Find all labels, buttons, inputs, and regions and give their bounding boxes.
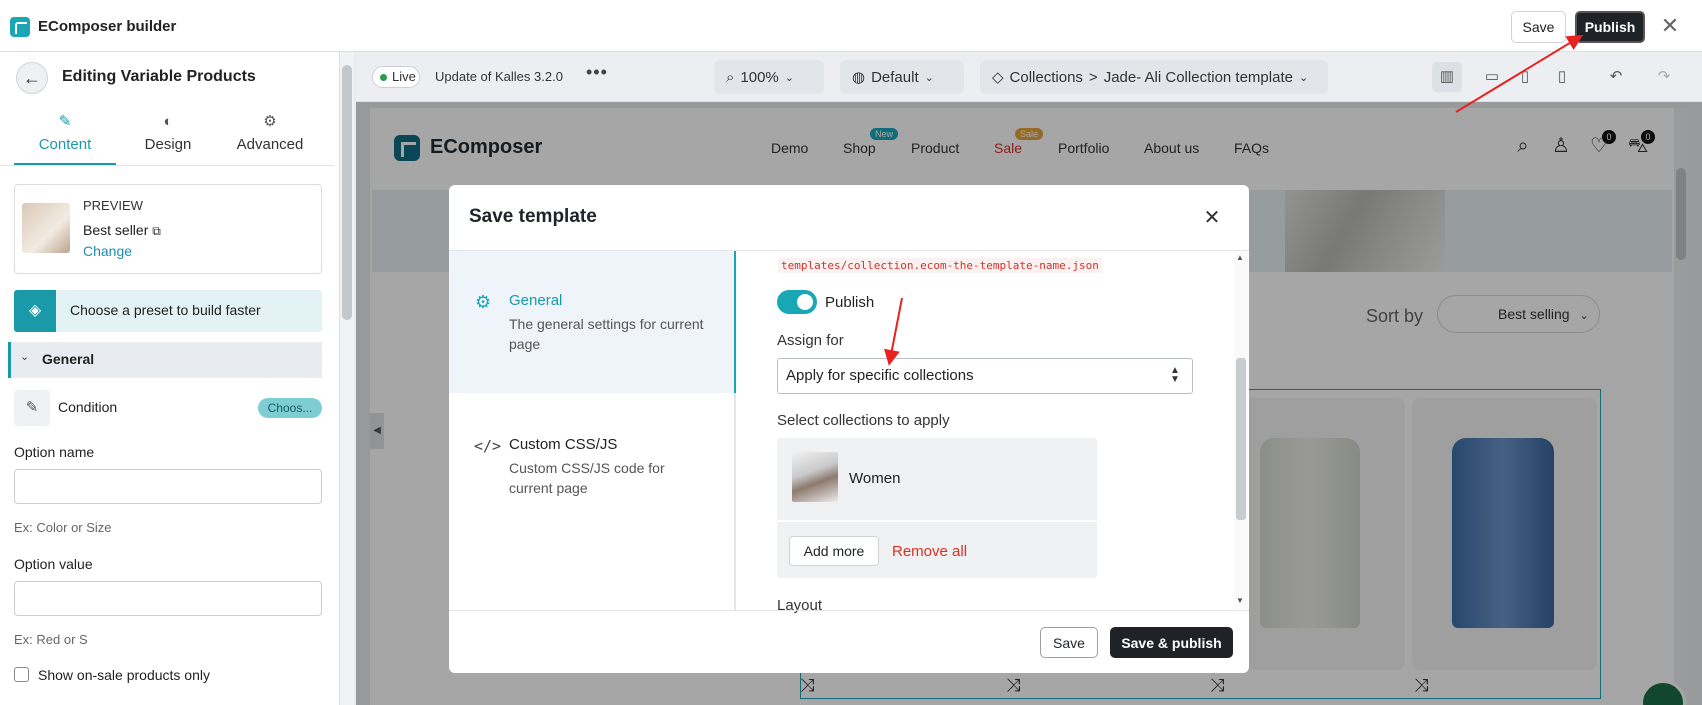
code-icon: </> — [474, 437, 502, 455]
option-value-input[interactable] — [14, 581, 322, 616]
gear-icon: ⚙ — [263, 113, 277, 130]
globe-icon: ◍ — [852, 69, 866, 86]
view-value: Default — [871, 68, 919, 86]
tab-divider — [0, 165, 334, 166]
modal-save-button[interactable]: Save — [1040, 627, 1098, 658]
more-options-icon[interactable]: ••• — [586, 62, 608, 83]
condition-label: Condition — [58, 399, 118, 415]
layout-toggle-icon[interactable]: ▥ — [1432, 62, 1462, 92]
save-and-publish-button[interactable]: Save & publish — [1110, 627, 1233, 658]
pencil-icon: ✎ — [58, 113, 72, 130]
modal-scroll-thumb[interactable] — [1236, 358, 1246, 520]
zoom-dropdown[interactable]: ⌕ 100% ⌄ — [714, 60, 824, 94]
tab-content[interactable]: ✎ Content — [15, 112, 115, 153]
top-bar — [0, 0, 1702, 52]
chevron-down-icon: ⌄ — [924, 71, 934, 84]
assign-for-label: Assign for — [777, 332, 844, 349]
back-arrow-icon[interactable]: ← — [16, 62, 48, 94]
tab-advanced[interactable]: ⚙ Advanced — [220, 112, 320, 153]
version-text: Update of Kalles 3.2.0 — [435, 69, 563, 84]
option-value-hint: Ex: Red or S — [14, 632, 88, 647]
top-publish-button[interactable]: Publish — [1575, 11, 1645, 43]
mobile-device-icon[interactable]: ▯ — [1547, 62, 1577, 92]
collection-thumbnail — [792, 452, 838, 502]
modal-footer-divider — [449, 610, 1249, 611]
chevron-down-icon: ⌄ — [784, 71, 794, 84]
option-name-input[interactable] — [14, 469, 322, 504]
close-icon[interactable]: ✕ — [1200, 206, 1224, 230]
view-dropdown[interactable]: ◍ Default ⌄ — [840, 60, 964, 94]
assign-for-select[interactable]: Apply for specific collections — [777, 358, 1193, 394]
scroll-up-icon[interactable]: ▲ — [1236, 253, 1244, 262]
desktop-device-icon[interactable]: ▭ — [1477, 62, 1507, 92]
option-value-label: Option value — [14, 556, 93, 572]
remove-all-link[interactable]: Remove all — [892, 543, 967, 560]
select-arrows-icon: ▲ ▼ — [1170, 365, 1180, 385]
page-selector-dropdown[interactable]: ◇ Collections > Jade- Ali Collection templa… — [980, 60, 1328, 94]
top-save-button[interactable]: Save — [1511, 11, 1566, 43]
app-logo-icon — [10, 17, 30, 37]
tab-design[interactable]: ◐ Design — [118, 112, 218, 153]
sale-only-label: Show on-sale products only — [38, 667, 210, 683]
option-name-hint: Ex: Color or Size — [14, 520, 112, 535]
modal-title: Save template — [469, 206, 597, 227]
add-more-button[interactable]: Add more — [789, 536, 879, 566]
template-path: templates/collection.ecom-the-template-n… — [778, 258, 1102, 273]
sidebar-item-custom-css-title[interactable]: Custom CSS/JS — [509, 436, 617, 453]
collections-list-divider — [777, 520, 1097, 522]
select-collections-label: Select collections to apply — [777, 412, 950, 429]
chevron-down-icon: ⌄ — [1298, 71, 1309, 84]
search-icon: ⌕ — [726, 68, 735, 86]
breadcrumb-separator: > — [1088, 68, 1098, 86]
preview-label: PREVIEW — [83, 198, 143, 213]
sidebar-item-custom-css-desc: Custom CSS/JS code for current page — [509, 460, 665, 496]
app-title: EComposer builder — [38, 18, 177, 35]
tablet-device-icon[interactable]: ▯ — [1510, 62, 1540, 92]
layout-label: Layout — [777, 597, 823, 614]
live-status-dot — [380, 74, 387, 81]
general-section-label: General — [42, 351, 95, 367]
palette-icon: ◐ — [163, 113, 173, 130]
collection-name: Women — [849, 470, 901, 487]
gear-icon: ⚙ — [475, 292, 492, 312]
preview-thumbnail — [22, 203, 70, 253]
publish-toggle-label: Publish — [825, 294, 875, 311]
sidebar-item-general-desc: The general settings for current page — [509, 316, 704, 352]
sale-only-checkbox[interactable] — [14, 667, 29, 682]
layers-icon: ◈ — [14, 290, 56, 332]
redo-icon[interactable]: ↷ — [1649, 62, 1679, 92]
pencil-icon: ✎ — [14, 390, 50, 426]
tab-design-label: Design — [144, 136, 192, 153]
breadcrumb-page: Jade- Ali Collection template — [1103, 68, 1293, 86]
preview-name[interactable]: Best seller ⧉ — [83, 222, 161, 239]
left-panel-scroll-thumb[interactable] — [342, 65, 352, 320]
scroll-down-icon[interactable]: ▼ — [1236, 596, 1244, 605]
external-link-icon[interactable]: ⧉ — [152, 224, 161, 238]
close-icon[interactable]: ✕ — [1658, 14, 1682, 38]
condition-choose-chip[interactable]: Choos... — [258, 398, 322, 418]
preview-name-text: Best seller — [83, 222, 149, 238]
chevron-down-icon: ⌄ — [20, 351, 30, 363]
undo-icon[interactable]: ↶ — [1601, 62, 1631, 92]
breadcrumb-root: Collections — [1009, 68, 1083, 86]
preset-label: Choose a preset to build faster — [70, 302, 261, 318]
publish-toggle-knob[interactable] — [797, 294, 813, 310]
tab-advanced-label: Advanced — [236, 136, 304, 153]
tab-content-label: Content — [38, 136, 92, 153]
option-name-label: Option name — [14, 444, 95, 460]
panel-title: Editing Variable Products — [62, 68, 256, 85]
preview-change-link[interactable]: Change — [83, 243, 132, 259]
tag-icon: ◇ — [992, 69, 1004, 86]
zoom-value: 100% — [740, 68, 779, 86]
sidebar-item-general-title: General — [509, 292, 563, 309]
